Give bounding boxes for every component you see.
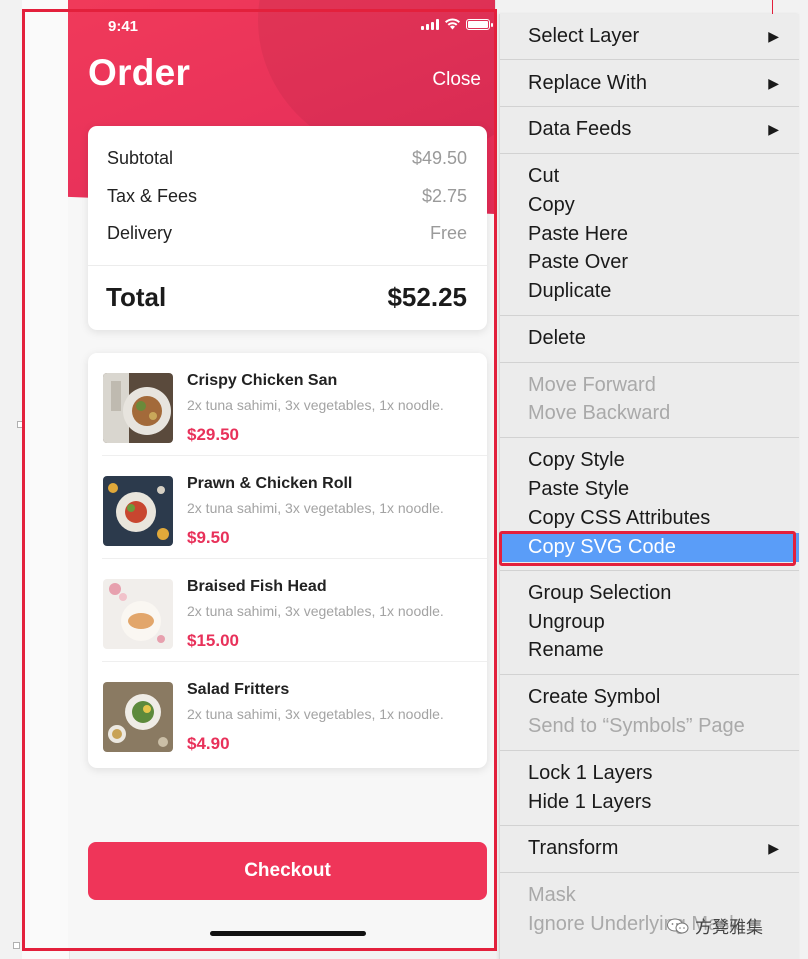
item-price: $4.90: [187, 734, 230, 753]
menu-item-cut[interactable]: Cut: [500, 162, 799, 191]
signal-icon: [421, 18, 439, 30]
menu-item-copy-svg-code[interactable]: Copy SVG Code: [500, 533, 799, 562]
order-screen-artboard[interactable]: 9:41 Order Close Subtotal $49.50 Tax & F…: [68, 0, 496, 948]
submenu-arrow-icon: ▶: [768, 28, 779, 44]
wechat-icon: [667, 918, 689, 933]
summary-row-delivery: Delivery Free: [107, 223, 467, 244]
menu-item-copy-css-attributes[interactable]: Copy CSS Attributes: [500, 504, 799, 533]
menu-separator: [500, 362, 799, 363]
menu-item-replace-with[interactable]: Replace With ▶: [500, 69, 799, 98]
item-description: 2x tuna sahimi, 3x vegetables, 1x noodle…: [187, 397, 444, 413]
menu-item-paste-style[interactable]: Paste Style: [500, 475, 799, 504]
menu-item-select-layer[interactable]: Select Layer ▶: [500, 22, 799, 51]
menu-separator: [500, 59, 799, 60]
menu-item-send-to-symbols-page: Send to “Symbols” Page: [528, 715, 745, 737]
item-price: $29.50: [187, 425, 239, 444]
menu-item-copy[interactable]: Copy: [500, 191, 799, 220]
menu-item-hide-layers[interactable]: Hide 1 Layers: [500, 788, 799, 817]
item-name: Braised Fish Head: [187, 578, 327, 595]
menu-separator: [500, 825, 799, 826]
menu-item-delete[interactable]: Delete: [500, 324, 799, 353]
order-items-card: Crispy Chicken San 2x tuna sahimi, 3x ve…: [88, 353, 487, 768]
menu-item-rename[interactable]: Rename: [500, 636, 799, 665]
menu-item-label: Select Layer: [528, 25, 640, 47]
menu-item-lock-layers[interactable]: Lock 1 Layers: [500, 759, 799, 788]
checkout-button[interactable]: Checkout: [88, 842, 487, 900]
summary-label: Tax & Fees: [107, 186, 198, 206]
total-value: $52.25: [387, 282, 467, 312]
item-price: $15.00: [187, 631, 239, 650]
list-item[interactable]: Braised Fish Head 2x tuna sahimi, 3x veg…: [88, 559, 487, 662]
menu-item-move-forward: Move Forward: [528, 374, 656, 396]
status-bar: 9:41: [68, 0, 495, 50]
item-name: Salad Fritters: [187, 681, 290, 698]
food-thumbnail: [103, 476, 173, 546]
item-name: Crispy Chicken San: [187, 372, 338, 389]
summary-value: Free: [429, 223, 467, 243]
menu-item-duplicate[interactable]: Duplicate: [500, 277, 799, 306]
resize-handle-bottom-left[interactable]: [13, 942, 20, 949]
menu-item-paste-over[interactable]: Paste Over: [500, 248, 799, 277]
wifi-icon: [445, 18, 460, 30]
list-item[interactable]: Crispy Chicken San 2x tuna sahimi, 3x ve…: [88, 353, 487, 456]
submenu-arrow-icon: ▶: [768, 840, 779, 856]
menu-item-group-selection[interactable]: Group Selection: [500, 579, 799, 608]
item-description: 2x tuna sahimi, 3x vegetables, 1x noodle…: [187, 706, 444, 722]
menu-separator: [500, 674, 799, 675]
page-title: Order: [88, 52, 191, 93]
resize-handle-left[interactable]: [17, 421, 24, 428]
home-indicator: [210, 931, 366, 936]
canvas-panel: [22, 0, 70, 959]
summary-row-tax: Tax & Fees $2.75: [107, 186, 467, 207]
menu-separator: [500, 153, 799, 154]
menu-item-copy-style[interactable]: Copy Style: [500, 446, 799, 475]
list-item[interactable]: Salad Fritters 2x tuna sahimi, 3x vegeta…: [88, 662, 487, 765]
total-row: Total $52.25: [106, 282, 467, 313]
menu-item-ungroup[interactable]: Ungroup: [500, 608, 799, 637]
menu-item-label: Transform: [528, 837, 619, 859]
menu-item-label: Data Feeds: [528, 118, 632, 140]
menu-item-move-backward: Move Backward: [528, 402, 671, 424]
menu-separator: [500, 570, 799, 571]
submenu-arrow-icon: ▶: [768, 75, 779, 91]
submenu-arrow-icon: ▶: [768, 121, 779, 137]
context-menu: Select Layer ▶ Replace With ▶ Data Feeds…: [499, 14, 799, 959]
menu-separator: [500, 872, 799, 873]
item-description: 2x tuna sahimi, 3x vegetables, 1x noodle…: [187, 603, 444, 619]
status-time: 9:41: [108, 18, 139, 35]
menu-separator: [500, 315, 799, 316]
food-thumbnail: [103, 373, 173, 443]
food-thumbnail: [103, 579, 173, 649]
order-summary-card: Subtotal $49.50 Tax & Fees $2.75 Deliver…: [88, 126, 487, 330]
list-item[interactable]: Prawn & Chicken Roll 2x tuna sahimi, 3x …: [88, 456, 487, 559]
item-description: 2x tuna sahimi, 3x vegetables, 1x noodle…: [187, 500, 444, 516]
summary-row-subtotal: Subtotal $49.50: [107, 148, 467, 169]
menu-item-transform[interactable]: Transform ▶: [500, 834, 799, 863]
item-name: Prawn & Chicken Roll: [187, 475, 353, 492]
menu-item-data-feeds[interactable]: Data Feeds ▶: [500, 115, 799, 144]
food-thumbnail: [103, 682, 173, 752]
menu-item-label: Replace With: [528, 72, 647, 94]
summary-label: Delivery: [107, 223, 173, 243]
item-price: $9.50: [187, 528, 230, 547]
status-icons: [421, 18, 493, 30]
menu-item-paste-here[interactable]: Paste Here: [500, 220, 799, 249]
battery-icon: [466, 18, 493, 30]
summary-divider: [88, 265, 487, 266]
summary-label: Subtotal: [107, 148, 174, 168]
summary-value: $49.50: [411, 148, 467, 168]
total-label: Total: [106, 282, 167, 312]
watermark: 方凳雅集: [667, 913, 763, 938]
close-button[interactable]: Close: [432, 69, 481, 91]
menu-separator: [500, 437, 799, 438]
menu-separator: [500, 106, 799, 107]
summary-value: $2.75: [421, 186, 467, 206]
menu-item-mask: Mask: [528, 884, 576, 906]
watermark-text: 方凳雅集: [695, 918, 763, 937]
menu-separator: [500, 750, 799, 751]
menu-item-create-symbol[interactable]: Create Symbol: [500, 683, 799, 712]
